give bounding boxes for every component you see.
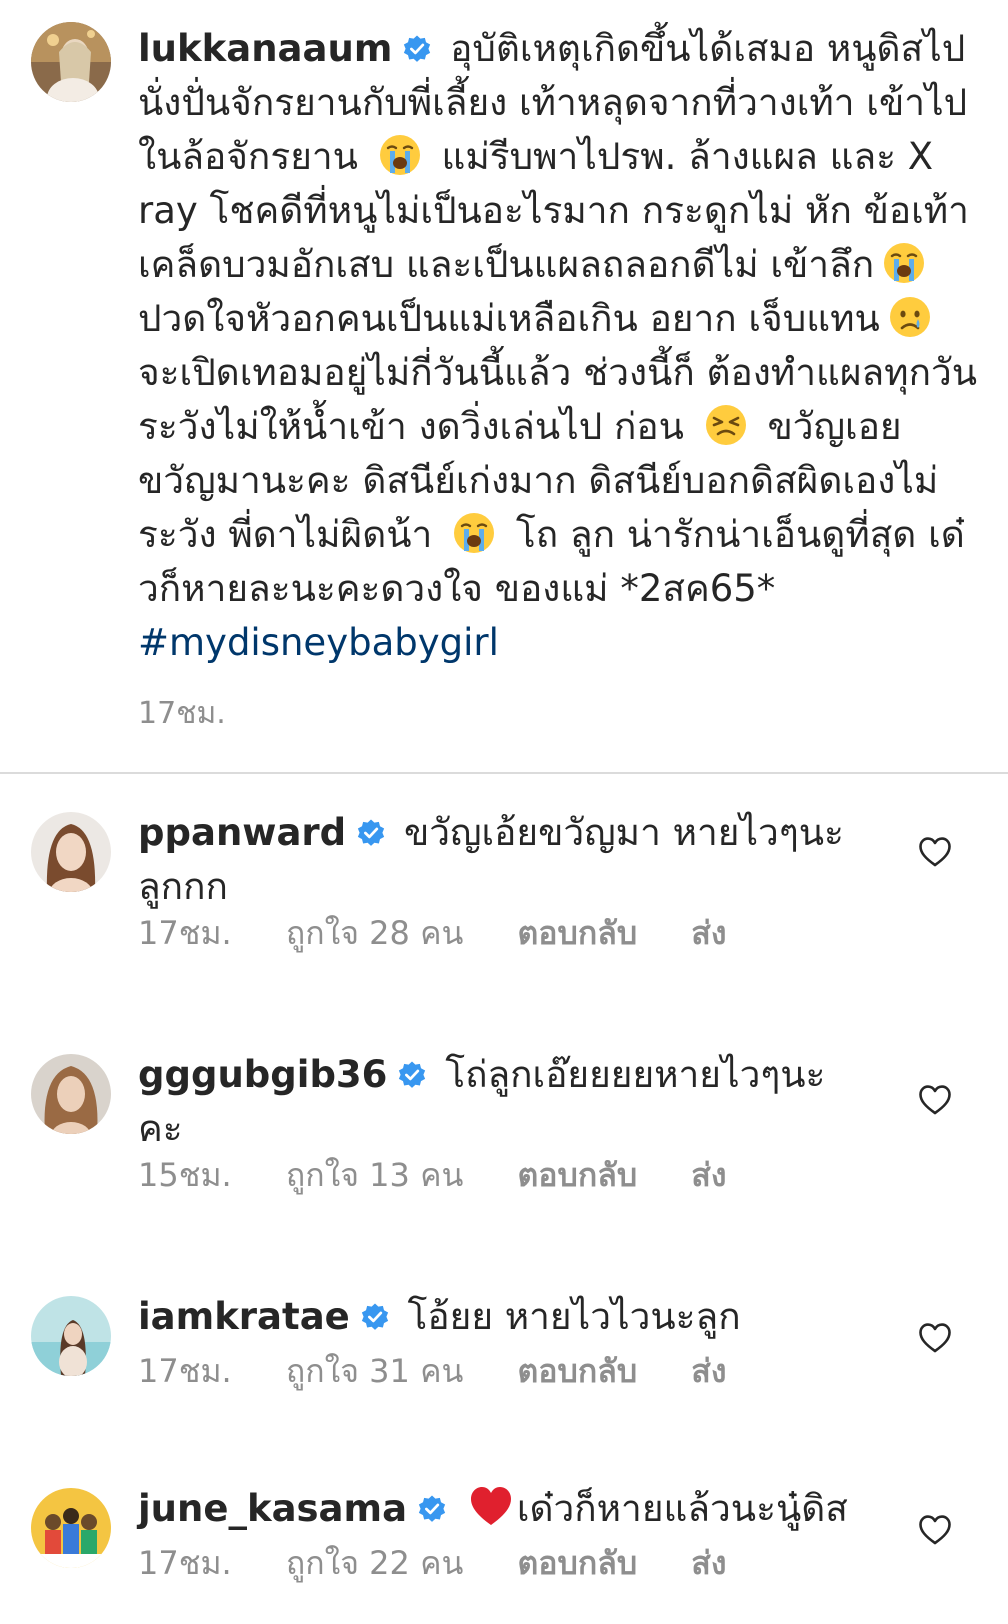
comment-likes[interactable]: ถูกใจ 13 คน (286, 1156, 463, 1194)
avatar-lukkanaaum[interactable] (31, 22, 111, 102)
comment-body: iamkratae โอ้ยย หายไวไวนะลูก (138, 1290, 858, 1344)
comment-body: ppanward ขวัญเอ้ยขวัญมา หายไวๆนะ ลูกกก (138, 806, 858, 914)
send-button[interactable]: ส่ง (691, 1352, 726, 1390)
comment-item: iamkratae โอ้ยย หายไวไวนะลูก 17ชม. ถูกใจ… (0, 1295, 1008, 1426)
loudly-crying-face-icon (882, 241, 926, 285)
comment-timestamp: 17ชม. (138, 1352, 232, 1390)
comment-likes[interactable]: ถูกใจ 31 คน (286, 1352, 463, 1390)
post-caption: lukkanaaum อุบัติเหตุเกิดขึ้นได้เสมอ หนู… (0, 0, 1008, 772)
caption-text-part3: ปวดใจหัวอกคนเป็นแม่เหลือเกิน อยาก เจ็บแท… (138, 297, 880, 340)
comment-body: june_kasama เด๋วก็หายแล้วนะนู๋ดิส (138, 1482, 858, 1536)
avatar-gggubgib36[interactable] (31, 1054, 111, 1134)
like-heart-icon[interactable] (918, 836, 952, 868)
caption-timestamp: 17ชม. (138, 696, 226, 731)
like-heart-icon[interactable] (918, 1084, 952, 1116)
comment-username[interactable]: june_kasama (138, 1487, 407, 1530)
verified-badge-icon (360, 1302, 390, 1332)
avatar-photo-icon (31, 22, 111, 102)
verified-badge-icon (417, 1494, 447, 1524)
crying-face-icon (888, 295, 932, 339)
verified-badge-icon (397, 1060, 427, 1090)
reply-button[interactable]: ตอบกลับ (518, 1156, 638, 1194)
like-heart-icon[interactable] (918, 1514, 952, 1546)
loudly-crying-face-icon (452, 511, 496, 555)
reply-button[interactable]: ตอบกลับ (518, 1544, 638, 1582)
avatar-photo-icon (31, 1296, 111, 1376)
reply-button[interactable]: ตอบกลับ (518, 1352, 638, 1390)
like-heart-icon[interactable] (918, 1322, 952, 1354)
avatar-june_kasama[interactable] (31, 1488, 111, 1568)
comment-body: gggubgib36 โถ่ลูกเอ๊ยยยยหายไวๆนะ คะ (138, 1048, 858, 1156)
comment-timestamp: 17ชม. (138, 914, 232, 952)
comment-text: เด๋วก็หายแล้วนะนู๋ดิส (516, 1487, 848, 1530)
comment-timestamp: 15ชม. (138, 1156, 232, 1194)
avatar-ppanward[interactable] (31, 812, 111, 892)
comment-username[interactable]: gggubgib36 (138, 1053, 387, 1096)
comment-item: ppanward ขวัญเอ้ยขวัญมา หายไวๆนะ ลูกกก 1… (0, 811, 1008, 992)
comment-meta: 17ชม. ถูกใจ 28 คน ตอบกลับ ส่ง (138, 908, 770, 959)
avatar-photo-icon (31, 1488, 111, 1568)
comment-item: june_kasama เด๋วก็หายแล้วนะนู๋ดิส 17ชม. … (0, 1487, 1008, 1618)
comment-timestamp: 17ชม. (138, 1544, 232, 1582)
caption-hashtag[interactable]: #mydisneybabygirl (138, 621, 499, 664)
comment-username[interactable]: ppanward (138, 811, 346, 854)
loudly-crying-face-icon (378, 133, 422, 177)
comment-likes[interactable]: ถูกใจ 22 คน (286, 1544, 463, 1582)
send-button[interactable]: ส่ง (691, 1544, 726, 1582)
red-heart-icon (469, 1485, 513, 1529)
send-button[interactable]: ส่ง (691, 914, 726, 952)
comment-meta: 15ชม. ถูกใจ 13 คน ตอบกลับ ส่ง (138, 1150, 770, 1201)
avatar-iamkratae[interactable] (31, 1296, 111, 1376)
persevering-face-icon (704, 403, 748, 447)
comment-item: gggubgib36 โถ่ลูกเอ๊ยยยยหายไวๆนะ คะ 15ชม… (0, 1053, 1008, 1234)
caption-username[interactable]: lukkanaaum (138, 27, 392, 70)
comment-username[interactable]: iamkratae (138, 1295, 350, 1338)
comment-meta: 17ชม. ถูกใจ 31 คน ตอบกลับ ส่ง (138, 1346, 770, 1397)
verified-badge-icon (356, 818, 386, 848)
comment-meta: 17ชม. ถูกใจ 22 คน ตอบกลับ ส่ง (138, 1538, 770, 1589)
verified-badge-icon (402, 34, 432, 64)
reply-button[interactable]: ตอบกลับ (518, 914, 638, 952)
avatar-photo-icon (31, 812, 111, 892)
avatar-photo-icon (31, 1054, 111, 1134)
send-button[interactable]: ส่ง (691, 1156, 726, 1194)
comment-likes[interactable]: ถูกใจ 28 คน (286, 914, 463, 952)
comment-text: โอ้ยย หายไวไวนะลูก (407, 1295, 741, 1338)
caption-text: lukkanaaum อุบัติเหตุเกิดขึ้นได้เสมอ หนู… (138, 22, 978, 670)
divider (0, 772, 1008, 774)
